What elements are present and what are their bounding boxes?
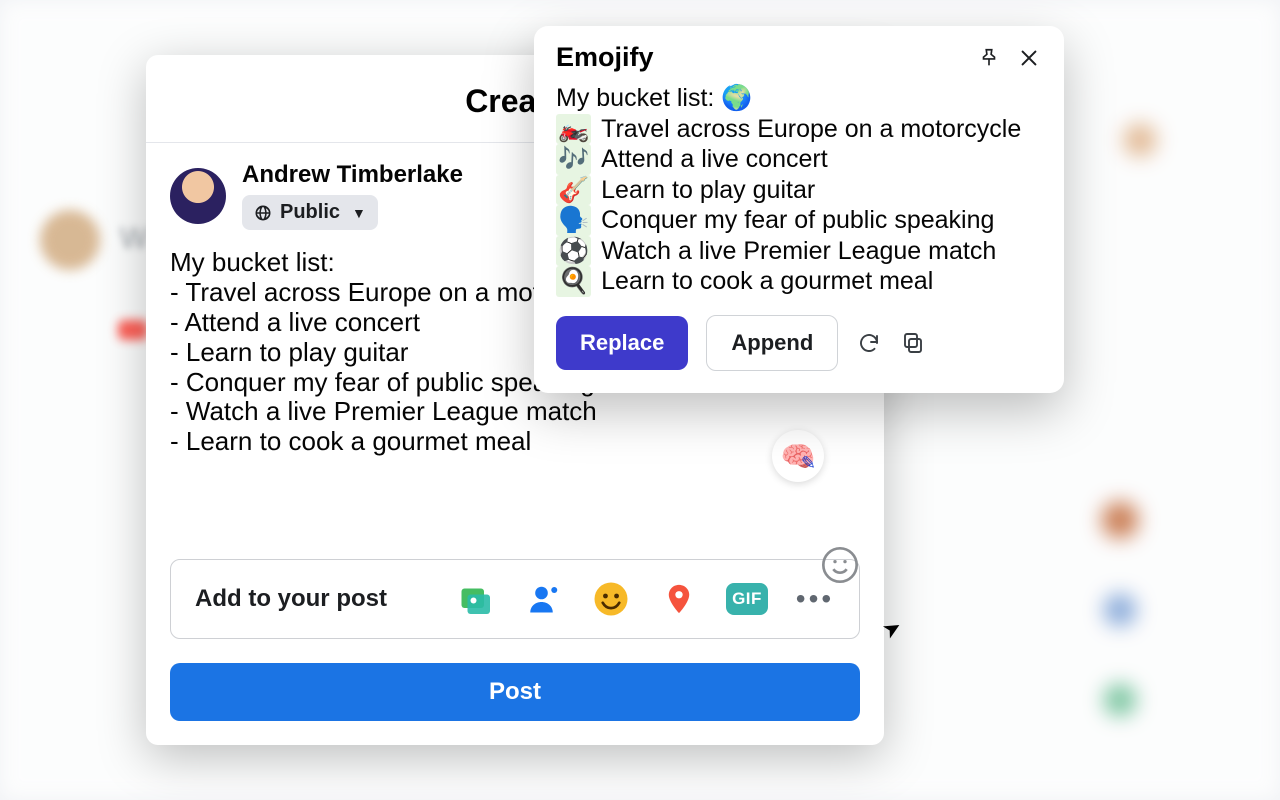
add-photo-button[interactable] (455, 579, 495, 619)
popover-title: Emojify (556, 42, 654, 73)
popover-line-text: Learn to cook a gourmet meal (601, 266, 933, 297)
photo-icon (457, 581, 493, 617)
ai-assist-button[interactable]: 🧠 ✎ (772, 430, 824, 482)
pin-button[interactable] (976, 45, 1002, 71)
checkin-button[interactable] (659, 579, 699, 619)
popover-line-text: Conquer my fear of public speaking (601, 205, 994, 236)
emoji-picker-button[interactable] (820, 545, 860, 585)
user-name: Andrew Timberlake (242, 161, 463, 189)
location-pin-icon (662, 582, 696, 616)
user-avatar[interactable] (170, 168, 226, 224)
popover-line-emoji: ⚽ (556, 236, 591, 267)
gif-icon: GIF (726, 583, 768, 615)
bg-text-hint: W (120, 222, 148, 256)
popover-line: 🗣️ Conquer my fear of public speaking (556, 205, 1042, 236)
tag-people-button[interactable] (523, 579, 563, 619)
popover-line-emoji: 🎸 (556, 175, 591, 206)
gif-button[interactable]: GIF (727, 579, 767, 619)
popover-line: 🏍️ Travel across Europe on a motorcycle (556, 114, 1042, 145)
replace-button[interactable]: Replace (556, 316, 688, 370)
popover-line-text: My bucket list: 🌍 (556, 83, 752, 114)
person-icon (525, 581, 561, 617)
popover-line-emoji: 🎶 (556, 144, 591, 175)
bg-avatar-hint (40, 210, 100, 270)
close-button[interactable] (1016, 45, 1042, 71)
close-icon (1018, 47, 1040, 69)
add-to-post-bar: Add to your post GIF ••• (170, 559, 860, 639)
popover-line: ⚽ Watch a live Premier League match (556, 236, 1042, 267)
smile-icon (820, 545, 860, 585)
copy-icon (901, 331, 925, 355)
popover-line: 🍳 Learn to cook a gourmet meal (556, 266, 1042, 297)
emojify-popover: Emojify My bucket list: 🌍🏍️ Travel across… (534, 26, 1064, 393)
popover-line: 🎸 Learn to play guitar (556, 175, 1042, 206)
popover-line-text: Learn to play guitar (601, 175, 815, 206)
popover-line: 🎶 Attend a live concert (556, 144, 1042, 175)
post-button[interactable]: Post (170, 663, 860, 721)
popover-body: My bucket list: 🌍🏍️ Travel across Europe … (556, 83, 1042, 297)
refresh-icon (857, 331, 881, 355)
popover-line-emoji: 🗣️ (556, 205, 591, 236)
feeling-icon (593, 581, 629, 617)
popover-line: My bucket list: 🌍 (556, 83, 1042, 114)
bg-pill-hint (118, 320, 148, 340)
popover-line-text: Watch a live Premier League match (601, 236, 996, 267)
append-button[interactable]: Append (706, 315, 838, 371)
copy-button[interactable] (900, 330, 926, 356)
feeling-button[interactable] (591, 579, 631, 619)
globe-icon (254, 204, 272, 222)
audience-label: Public (280, 201, 340, 224)
popover-line-text: Travel across Europe on a motorcycle (601, 114, 1021, 145)
caret-down-icon: ▼ (352, 205, 366, 221)
regenerate-button[interactable] (856, 330, 882, 356)
audience-selector[interactable]: Public ▼ (242, 195, 378, 230)
ellipsis-icon: ••• (796, 583, 834, 615)
add-to-post-label: Add to your post (195, 585, 387, 613)
popover-line-emoji: 🍳 (556, 266, 591, 297)
pin-icon (978, 47, 1000, 69)
popover-line-emoji: 🏍️ (556, 114, 591, 145)
pencil-icon: ✎ (801, 453, 816, 474)
popover-line-text: Attend a live concert (601, 144, 828, 175)
